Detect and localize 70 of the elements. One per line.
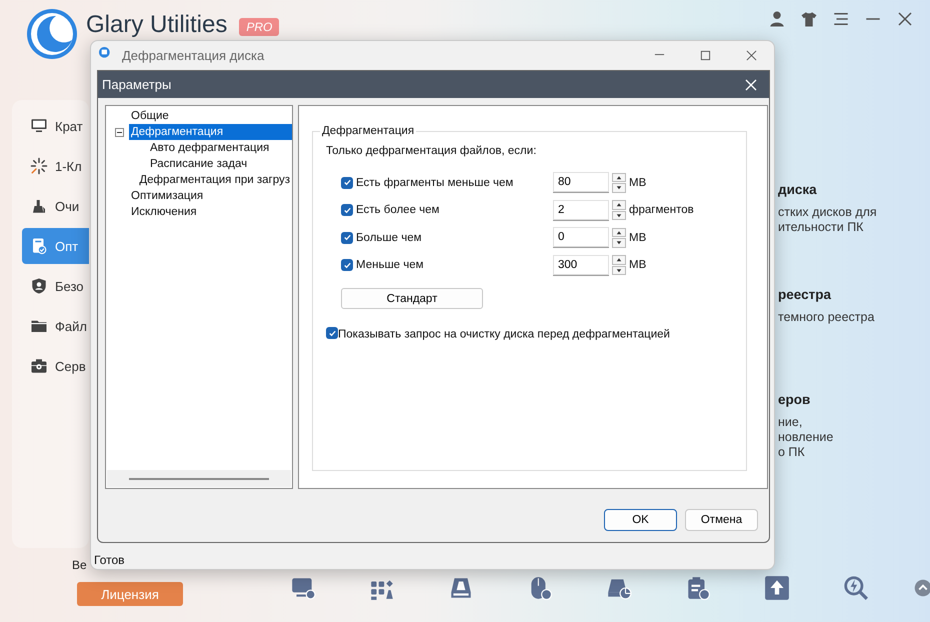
- feature-description: ние, новление о ПК: [778, 415, 834, 460]
- unit-label: фрагментов: [629, 204, 695, 216]
- dialog-title: Параметры: [102, 77, 172, 92]
- default-button[interactable]: Стандарт: [341, 288, 483, 309]
- version-label: Ве: [72, 558, 87, 572]
- checkbox[interactable]: [326, 327, 338, 339]
- camera-icon: [30, 357, 48, 375]
- tree-item[interactable]: Общие: [129, 110, 171, 122]
- logo-icon: [26, 8, 78, 60]
- checkbox[interactable]: [341, 232, 353, 244]
- sidebar-item[interactable]: Безо: [22, 268, 89, 304]
- search-bolt-icon[interactable]: [843, 575, 869, 601]
- spin-buttons[interactable]: [612, 200, 626, 220]
- feature-title: диска: [778, 182, 818, 197]
- chevron-up-icon[interactable]: [914, 579, 930, 597]
- spin-buttons[interactable]: [612, 172, 626, 193]
- checkbox-label: Показывать запрос на очистку диска перед дефрагментацией: [338, 328, 670, 340]
- intro-text: Только дефрагментация файлов, если:: [326, 145, 538, 157]
- feature-description: темного реестра: [778, 310, 876, 325]
- feature-title: реестра: [778, 287, 832, 302]
- tree-item[interactable]: Авто дефрагментация: [148, 142, 272, 154]
- sidebar-item[interactable]: 1-Кл: [22, 148, 89, 184]
- unit-label: MB: [629, 176, 648, 189]
- user-icon[interactable]: [768, 10, 786, 28]
- checkbox-label: Больше чем: [356, 232, 422, 244]
- number-field[interactable]: 2: [553, 200, 609, 221]
- number-field[interactable]: 300: [553, 254, 609, 276]
- tree-item[interactable]: Расписание задач: [148, 158, 250, 170]
- menu-icon[interactable]: [832, 10, 850, 28]
- pro-badge: PRO: [239, 18, 280, 36]
- collapse-icon[interactable]: [115, 128, 124, 136]
- checkbox[interactable]: [341, 204, 353, 216]
- shield-user-icon: [30, 277, 48, 295]
- checkbox-label: Меньше чем: [356, 259, 424, 272]
- checkbox[interactable]: [341, 176, 353, 189]
- monitor-icon: [30, 117, 48, 135]
- sidebar-item[interactable]: Файл: [22, 308, 89, 344]
- spin-buttons[interactable]: [612, 228, 626, 248]
- close-icon[interactable]: [746, 50, 756, 60]
- maximize-icon[interactable]: [700, 50, 710, 60]
- cancel-button[interactable]: Отмена: [685, 509, 758, 531]
- sparkle-icon: [30, 157, 48, 175]
- app-title: Glary Utilities: [86, 11, 228, 39]
- sidebar-item[interactable]: Крат: [22, 108, 89, 144]
- upload-icon[interactable]: [764, 575, 790, 601]
- sidebar-item[interactable]: Серв: [22, 348, 89, 384]
- number-field[interactable]: 0: [553, 227, 609, 248]
- unit-label: MB: [629, 259, 648, 272]
- number-field[interactable]: 80: [553, 172, 609, 194]
- horizontal-scrollbar[interactable]: [107, 470, 291, 487]
- broom-icon: [30, 197, 48, 215]
- checkbox-label: Есть более чем: [356, 204, 440, 216]
- tree-item[interactable]: Дефрагментация при загруз: [137, 174, 292, 186]
- status-text: Готов: [94, 553, 125, 567]
- unit-label: MB: [629, 232, 648, 244]
- group-title: Дефрагментация: [321, 125, 416, 137]
- feature-title: еров: [778, 392, 812, 407]
- feature-description: стких дисков для ительности ПК: [778, 205, 877, 235]
- tree-item[interactable]: Исключения: [129, 206, 199, 218]
- sidebar-item[interactable]: Очи: [22, 188, 89, 224]
- checkbox-label: Есть фрагменты меньше чем: [356, 176, 514, 189]
- ok-button[interactable]: OK: [604, 509, 677, 531]
- tree-item[interactable]: Дефрагментация: [129, 124, 292, 140]
- shirt-icon[interactable]: [800, 10, 818, 28]
- tree-item[interactable]: Оптимизация: [129, 190, 206, 202]
- window-title: Дефрагментация диска: [122, 48, 264, 62]
- checkbox[interactable]: [341, 259, 353, 272]
- clipboard-check-icon: [30, 237, 48, 255]
- close-icon[interactable]: [896, 10, 914, 28]
- spin-buttons[interactable]: [612, 255, 626, 276]
